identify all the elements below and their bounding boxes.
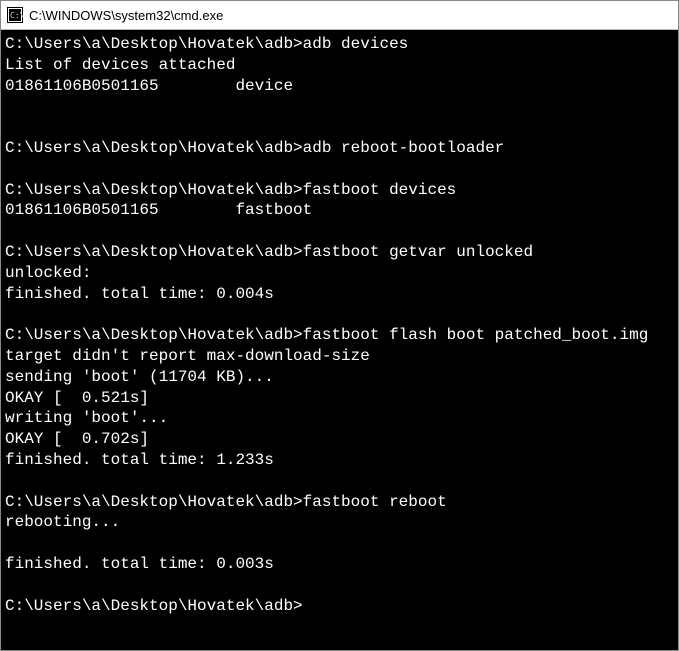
- prompt-line: C:\Users\a\Desktop\Hovatek\adb>: [5, 596, 674, 617]
- output-line: finished. total time: 1.233s: [5, 450, 674, 471]
- output-line: [5, 221, 674, 242]
- output-line: [5, 117, 674, 138]
- output-line: finished. total time: 0.003s: [5, 554, 674, 575]
- output-line: [5, 533, 674, 554]
- output-line: sending 'boot' (11704 KB)...: [5, 367, 674, 388]
- output-line: 01861106B0501165 device: [5, 76, 674, 97]
- prompt-line: C:\Users\a\Desktop\Hovatek\adb>adb reboo…: [5, 138, 674, 159]
- output-line: 01861106B0501165 fastboot: [5, 200, 674, 221]
- output-line: [5, 96, 674, 117]
- svg-text:C:\: C:\: [10, 11, 23, 20]
- output-line: OKAY [ 0.521s]: [5, 388, 674, 409]
- window-titlebar[interactable]: C:\ C:\WINDOWS\system32\cmd.exe: [1, 1, 678, 30]
- output-line: [5, 575, 674, 596]
- cmd-icon: C:\: [7, 7, 23, 23]
- output-line: writing 'boot'...: [5, 408, 674, 429]
- prompt-line: C:\Users\a\Desktop\Hovatek\adb>fastboot …: [5, 325, 674, 346]
- output-line: rebooting...: [5, 512, 674, 533]
- terminal-output[interactable]: C:\Users\a\Desktop\Hovatek\adb>adb devic…: [1, 30, 678, 650]
- output-line: finished. total time: 0.004s: [5, 284, 674, 305]
- prompt-line: C:\Users\a\Desktop\Hovatek\adb>fastboot …: [5, 492, 674, 513]
- output-line: OKAY [ 0.702s]: [5, 429, 674, 450]
- cmd-window: C:\ C:\WINDOWS\system32\cmd.exe C:\Users…: [0, 0, 679, 651]
- prompt-line: C:\Users\a\Desktop\Hovatek\adb>fastboot …: [5, 242, 674, 263]
- output-line: [5, 304, 674, 325]
- window-title: C:\WINDOWS\system32\cmd.exe: [29, 8, 223, 23]
- output-line: [5, 159, 674, 180]
- output-line: List of devices attached: [5, 55, 674, 76]
- output-line: [5, 471, 674, 492]
- output-line: target didn't report max-download-size: [5, 346, 674, 367]
- prompt-line: C:\Users\a\Desktop\Hovatek\adb>adb devic…: [5, 34, 674, 55]
- output-line: unlocked:: [5, 263, 674, 284]
- prompt-line: C:\Users\a\Desktop\Hovatek\adb>fastboot …: [5, 180, 674, 201]
